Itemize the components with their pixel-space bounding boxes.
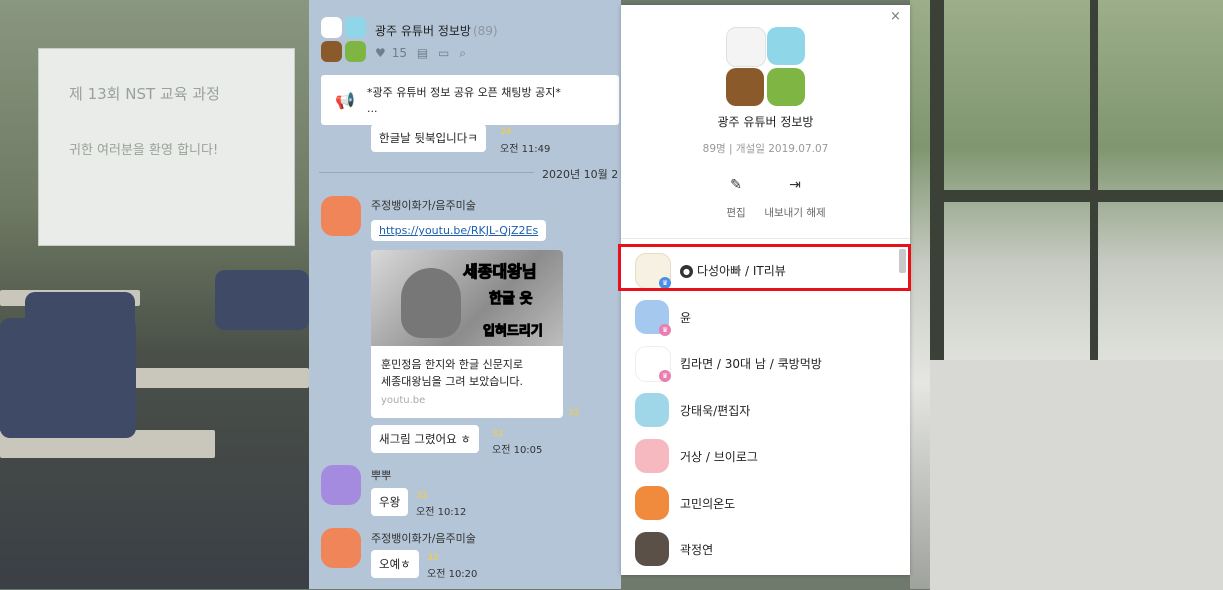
message-bubble[interactable]: 우왕 [371,488,409,516]
member-item[interactable]: ♛ 킴라면 / 30대 남 / 쿡방먹방 [635,346,895,386]
unread-count: 24 [500,127,512,137]
preview-desc-line1: 훈민정음 한지와 한글 신문지로 [381,358,524,371]
sender-name: 주정뱅이화가/음주미술 [371,199,476,212]
room-avatar-grid[interactable] [321,17,367,63]
screen-line: 귀한 여러분을 환영 합니다! [69,143,219,158]
member-avatar [635,532,669,566]
edit-button[interactable]: ✎ 편집 [721,177,751,220]
window-frame [1090,0,1098,360]
message-bubble[interactable]: 한글날 뒷북입니다ㅋ [371,124,486,152]
link-message[interactable]: https://youtu.be/RKJL-QjZ2Es [371,220,547,241]
desk [120,368,309,388]
room-avatar [321,41,342,62]
avatar[interactable] [321,465,361,505]
megaphone-icon: 📢 [335,91,355,110]
notice-title: *광주 유튜버 정보 공유 오픈 채팅방 공지* [367,86,561,99]
room-avatar [321,17,342,38]
member-item[interactable]: 고민의온도 [635,486,895,526]
notice-icon[interactable]: ▤ [417,46,428,60]
panel-room-info: 89명 | 개설일 2019.07.07 [702,143,829,155]
notice-more: ... [367,102,378,115]
unread-count: 32 [568,408,580,418]
header-toolbar: ♥ 15 ▤ ▭ ⌕ [375,46,472,61]
room-avatar [767,68,805,106]
avatar[interactable] [321,196,361,236]
message-time: 오전 10:05 [492,445,543,456]
message-time: 오전 11:49 [500,144,551,155]
room-member-count: (89) [472,24,498,38]
window-sill [930,360,1223,590]
sender-name: 뿌뿌 [371,469,392,482]
message-bubble[interactable]: 오예ㅎ [371,550,419,578]
edit-label: 편집 [726,207,746,219]
portrait [401,268,461,338]
chat-header: 광주 유튜버 정보방 (89) ♥ 15 ▤ ▭ ⌕ [309,0,621,74]
date-divider: 2020년 10월 2 [309,166,621,181]
heart-icon[interactable]: ♥ [375,46,386,60]
preview-description: 훈민정음 한지와 한글 신문지로 세종대왕님을 그려 보았습니다. [381,356,523,390]
member-avatar [635,439,669,473]
member-name: 강태욱/편집자 [680,404,751,418]
date-text: 2020년 10월 2 [542,168,619,181]
member-item[interactable]: 곽정연 [635,532,895,572]
close-icon[interactable]: × [890,9,901,24]
room-title-text: 광주 유튜버 정보방 [375,24,471,38]
classroom-left: 제 13회 NST 교육 과정 귀한 여러분을 환영 합니다! [0,0,309,589]
album-icon[interactable]: ▭ [438,46,449,60]
message-time: 오전 10:12 [416,507,467,518]
preview-image-line1: 세종대왕님 [463,262,538,282]
room-avatar [726,68,764,106]
notice-banner[interactable]: 📢 *광주 유튜버 정보 공유 오픈 채팅방 공지* ... [321,75,619,125]
pencil-icon: ✎ [730,177,742,193]
preview-desc-line2: 세종대왕님을 그려 보았습니다. [381,375,524,388]
unread-count: 32 [427,553,439,563]
link-preview-card[interactable]: 세종대왕님 한글 옷 입혀드리기 훈민정음 한지와 한글 신문지로 세종대왕님을… [371,250,563,418]
search-icon[interactable]: ⌕ [459,46,466,60]
preview-image: 세종대왕님 한글 옷 입혀드리기 [371,250,563,346]
highlight-box [618,244,911,291]
member-avatar [635,393,669,427]
unread-count: 32 [416,491,428,501]
unpin-button[interactable]: ⇥ 내보내기 해제 [759,177,831,220]
window-frame [930,190,1223,202]
room-avatar [767,27,805,65]
notice-text: *광주 유튜버 정보 공유 오픈 채팅방 공지* ... [367,85,561,117]
chat-window: 광주 유튜버 정보방 (89) ♥ 15 ▤ ▭ ⌕ 📢 *광주 유튜버 정보 공유… [309,0,621,589]
member-name: 킴라면 / 30대 남 / 쿡방먹방 [680,357,822,371]
member-name: 곽정연 [680,543,714,557]
message-bubble[interactable]: 새그림 그렸어요 ㅎ [371,425,479,453]
chair [215,270,309,330]
screen-title: 제 13회 NST 교육 과정 [69,85,220,103]
divider-line [319,172,534,173]
preview-image-line3: 입혀드리기 [483,324,544,340]
room-avatar [726,27,766,67]
preview-source: youtu.be [381,395,426,406]
member-item[interactable]: 거상 / 브이로그 [635,439,895,479]
divider [621,238,910,239]
unpin-label: 내보내기 해제 [764,207,826,219]
unread-count: 32 [492,429,504,439]
chair [0,318,136,438]
crown-icon: ♛ [659,324,671,336]
panel-room-title: 광주 유튜버 정보방 [717,115,814,129]
room-title: 광주 유튜버 정보방 (89) [375,22,498,39]
sender-name: 주정뱅이화가/음주미술 [371,532,476,545]
room-avatar [345,41,366,62]
room-avatar [345,17,366,38]
member-name: 윤 [680,311,692,325]
projector-screen: 제 13회 NST 교육 과정 귀한 여러분을 환영 합니다! [38,48,295,246]
avatar[interactable] [321,528,361,568]
export-icon: ⇥ [789,177,801,193]
like-count: 15 [391,46,408,60]
preview-image-line2: 한글 옷 [489,291,534,308]
message-time: 오전 10:20 [427,569,478,580]
crown-icon: ♛ [659,370,671,382]
member-item[interactable]: ♛ 윤 [635,300,895,340]
member-avatar [635,486,669,520]
member-name: 거상 / 브이로그 [680,450,758,464]
member-item[interactable]: 강태욱/편집자 [635,393,895,433]
member-name: 고민의온도 [680,497,736,511]
